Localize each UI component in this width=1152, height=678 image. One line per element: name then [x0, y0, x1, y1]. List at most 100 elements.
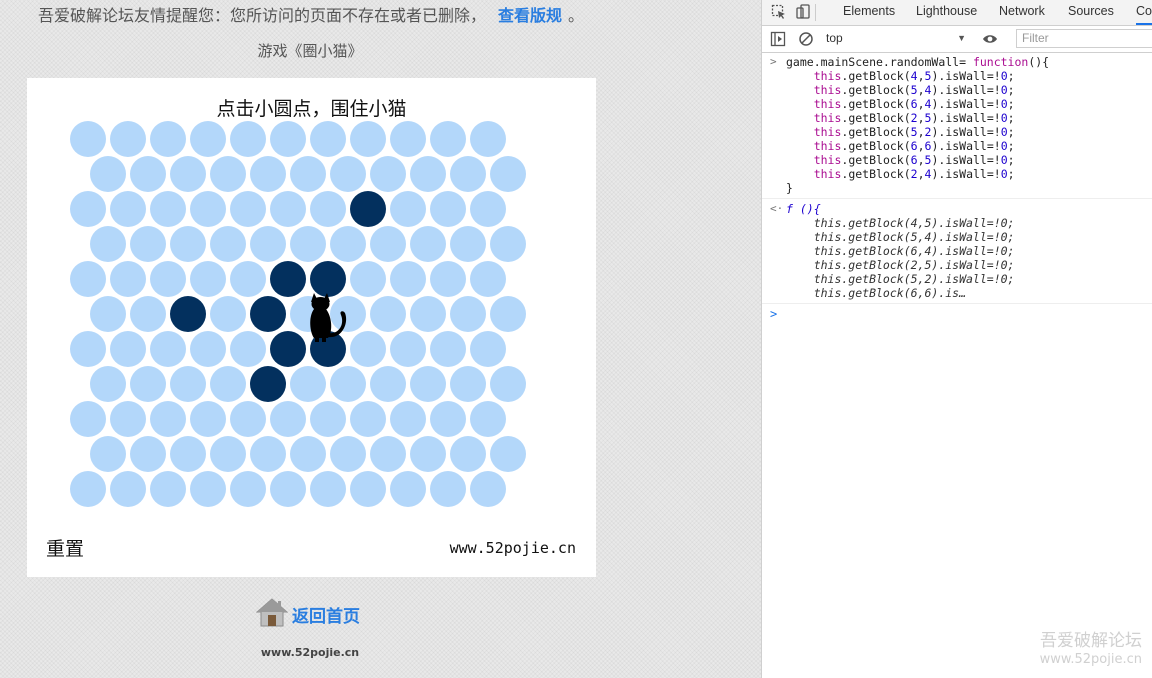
board-dot[interactable]	[350, 261, 386, 297]
board-dot[interactable]	[170, 156, 206, 192]
board-dot[interactable]	[70, 471, 106, 507]
board-dot[interactable]	[90, 436, 126, 472]
board-dot[interactable]	[470, 331, 506, 367]
board-dot[interactable]	[110, 121, 146, 157]
board-dot[interactable]	[250, 226, 286, 262]
board-dot[interactable]	[250, 436, 286, 472]
board-dot[interactable]	[170, 366, 206, 402]
board-dot[interactable]	[270, 471, 306, 507]
console-prompt-line[interactable]: >	[762, 304, 1152, 324]
board-dot[interactable]	[210, 156, 246, 192]
board-dot[interactable]	[490, 296, 526, 332]
board-dot[interactable]	[90, 366, 126, 402]
board-dot[interactable]	[450, 366, 486, 402]
board-dot[interactable]	[110, 331, 146, 367]
board-dot[interactable]	[370, 436, 406, 472]
board-dot[interactable]	[70, 121, 106, 157]
board-dot[interactable]	[190, 261, 226, 297]
board-dot[interactable]	[470, 191, 506, 227]
board-dot[interactable]	[390, 121, 426, 157]
board-dot[interactable]	[370, 226, 406, 262]
board-dot[interactable]	[270, 121, 306, 157]
board-dot[interactable]	[110, 471, 146, 507]
tab-sources[interactable]: Sources	[1068, 0, 1114, 25]
board-dot[interactable]	[310, 121, 346, 157]
board-dot[interactable]	[390, 471, 426, 507]
board-dot[interactable]	[150, 191, 186, 227]
board-dot[interactable]	[430, 191, 466, 227]
tab-co[interactable]: Co	[1136, 0, 1152, 25]
board-dot[interactable]	[370, 156, 406, 192]
board-dot[interactable]	[90, 296, 126, 332]
board-dot[interactable]	[410, 226, 446, 262]
board-dot[interactable]	[130, 226, 166, 262]
board-dot[interactable]	[330, 226, 366, 262]
board-dot[interactable]	[90, 226, 126, 262]
board-dot[interactable]	[130, 436, 166, 472]
board-dot[interactable]	[70, 401, 106, 437]
board-dot[interactable]	[450, 156, 486, 192]
board-dot[interactable]	[430, 261, 466, 297]
board-dot[interactable]	[350, 471, 386, 507]
inspect-element-icon[interactable]	[771, 4, 787, 20]
home-link[interactable]: 返回首页	[256, 597, 360, 627]
board-dot[interactable]	[410, 366, 446, 402]
live-expression-eye-icon[interactable]	[982, 31, 998, 47]
board-dot[interactable]	[330, 436, 366, 472]
board-dot[interactable]	[390, 401, 426, 437]
reset-button[interactable]: 重置	[46, 534, 84, 561]
board-dot[interactable]	[450, 436, 486, 472]
board-dot[interactable]	[430, 121, 466, 157]
board-dot[interactable]	[350, 121, 386, 157]
device-toolbar-icon[interactable]	[795, 4, 811, 20]
board-dot[interactable]	[210, 436, 246, 472]
board-dot[interactable]	[190, 191, 226, 227]
board-dot[interactable]	[310, 401, 346, 437]
board-dot[interactable]	[410, 156, 446, 192]
board-dot[interactable]	[190, 471, 226, 507]
wall-dot[interactable]	[250, 296, 286, 332]
board-dot[interactable]	[230, 261, 266, 297]
board-dot[interactable]	[150, 471, 186, 507]
tab-network[interactable]: Network	[999, 0, 1045, 25]
board-dot[interactable]	[270, 191, 306, 227]
wall-dot[interactable]	[270, 331, 306, 367]
board-dot[interactable]	[290, 436, 326, 472]
board-dot[interactable]	[230, 471, 266, 507]
board-dot[interactable]	[150, 331, 186, 367]
board-dot[interactable]	[70, 331, 106, 367]
board-dot[interactable]	[290, 366, 326, 402]
board-dot[interactable]	[410, 436, 446, 472]
board-dot[interactable]	[270, 401, 306, 437]
board-dot[interactable]	[430, 471, 466, 507]
board-dot[interactable]	[230, 331, 266, 367]
board-dot[interactable]	[70, 191, 106, 227]
board-dot[interactable]	[190, 401, 226, 437]
board-dot[interactable]	[210, 366, 246, 402]
board-dot[interactable]	[130, 296, 166, 332]
board-dot[interactable]	[130, 366, 166, 402]
board-dot[interactable]	[470, 401, 506, 437]
board-dot[interactable]	[290, 156, 326, 192]
board-dot[interactable]	[370, 296, 406, 332]
board-dot[interactable]	[210, 226, 246, 262]
board-dot[interactable]	[450, 296, 486, 332]
wall-dot[interactable]	[250, 366, 286, 402]
board-dot[interactable]	[230, 401, 266, 437]
board-dot[interactable]	[190, 121, 226, 157]
board-dot[interactable]	[490, 156, 526, 192]
board-dot[interactable]	[130, 156, 166, 192]
board-dot[interactable]	[430, 331, 466, 367]
wall-dot[interactable]	[270, 261, 306, 297]
board-dot[interactable]	[450, 226, 486, 262]
board-dot[interactable]	[170, 436, 206, 472]
wall-dot[interactable]	[170, 296, 206, 332]
console-filter-input[interactable]: Filter	[1016, 29, 1152, 48]
tab-elements[interactable]: Elements	[843, 0, 895, 25]
board-dot[interactable]	[390, 261, 426, 297]
board-dot[interactable]	[330, 156, 366, 192]
board-dot[interactable]	[250, 156, 286, 192]
board-dot[interactable]	[470, 471, 506, 507]
board-dot[interactable]	[230, 191, 266, 227]
board-dot[interactable]	[190, 331, 226, 367]
